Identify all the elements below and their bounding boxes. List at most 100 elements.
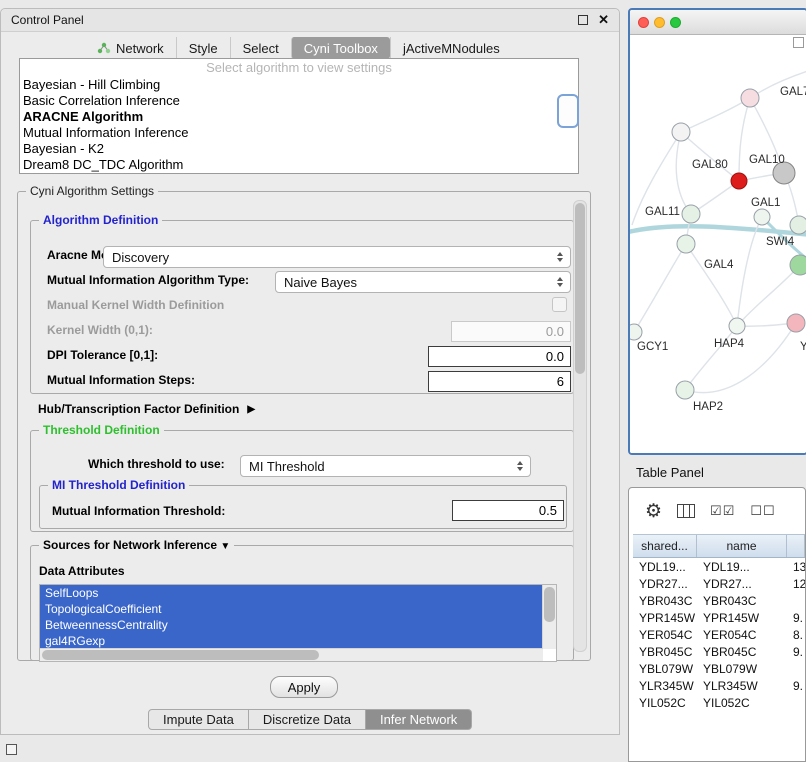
table-cell: YLR345W bbox=[633, 677, 697, 694]
close-traffic-light[interactable] bbox=[638, 17, 649, 28]
network-node[interactable] bbox=[731, 173, 747, 189]
table-cell: YIL052C bbox=[633, 694, 697, 711]
mi-threshold-definition-title: MI Threshold Definition bbox=[48, 478, 189, 492]
network-edge[interactable] bbox=[686, 244, 737, 326]
sources-title-text: Sources for Network Inference bbox=[43, 538, 217, 552]
manual-kernel-checkbox[interactable] bbox=[552, 297, 567, 312]
attribute-list-item[interactable]: SelfLoops bbox=[40, 585, 543, 601]
aracne-mode-select[interactable]: Discovery bbox=[103, 246, 571, 268]
list-horizontal-scrollbar[interactable] bbox=[40, 648, 543, 661]
zoom-traffic-light[interactable] bbox=[670, 17, 681, 28]
attribute-list-item[interactable]: gal4RGexp bbox=[40, 633, 543, 649]
minimized-panel-icon[interactable] bbox=[6, 744, 17, 755]
network-node[interactable] bbox=[787, 314, 805, 332]
tab-select[interactable]: Select bbox=[230, 37, 291, 59]
algorithm-option[interactable]: Basic Correlation Inference bbox=[20, 93, 578, 109]
algorithm-option[interactable]: Bayesian - K2 bbox=[20, 141, 578, 157]
network-node[interactable] bbox=[754, 209, 770, 225]
network-edge[interactable] bbox=[634, 244, 686, 332]
network-node[interactable] bbox=[741, 89, 759, 107]
table-cell: 12 bbox=[787, 575, 805, 592]
hub-definition-toggle[interactable]: Hub/Transcription Factor Definition ▶ bbox=[38, 402, 255, 416]
tab-style[interactable]: Style bbox=[176, 37, 230, 59]
mi-algorithm-type-select[interactable]: Naive Bayes bbox=[275, 271, 571, 293]
network-edge[interactable] bbox=[739, 98, 750, 181]
network-node[interactable] bbox=[672, 123, 690, 141]
table-cell bbox=[787, 592, 805, 609]
network-node[interactable] bbox=[790, 255, 806, 275]
table-row[interactable]: YER054CYER054C8. bbox=[633, 626, 805, 643]
table-row[interactable]: YDL19...YDL19...13 bbox=[633, 558, 805, 575]
network-edge[interactable] bbox=[737, 217, 762, 326]
network-node[interactable] bbox=[729, 318, 745, 334]
tab-label: Cyni Toolbox bbox=[304, 41, 378, 56]
float-window-icon[interactable] bbox=[578, 15, 588, 25]
network-edge[interactable] bbox=[676, 132, 691, 214]
field-value: 0.0 bbox=[546, 324, 564, 339]
mi-steps-field[interactable]: 6 bbox=[428, 371, 571, 392]
network-node[interactable] bbox=[682, 205, 700, 223]
node-label: GAL80 bbox=[692, 159, 728, 171]
network-node[interactable] bbox=[676, 381, 694, 399]
table-row[interactable]: YBL079WYBL079W bbox=[633, 660, 805, 677]
node-label: Y bbox=[800, 341, 806, 353]
table-panel-title: Table Panel bbox=[636, 465, 704, 480]
table-columns-icon[interactable] bbox=[677, 504, 695, 518]
combo-value: Naive Bayes bbox=[276, 275, 557, 290]
tab-cyni-toolbox[interactable]: Cyni Toolbox bbox=[291, 37, 390, 59]
network-edge[interactable] bbox=[681, 98, 750, 132]
mi-steps-label: Mutual Information Steps: bbox=[47, 373, 195, 387]
algorithm-option[interactable]: Bayesian - Hill Climbing bbox=[20, 77, 578, 93]
dpi-tolerance-field[interactable]: 0.0 bbox=[428, 346, 571, 367]
close-icon[interactable]: ✕ bbox=[598, 12, 609, 28]
tab-impute-data[interactable]: Impute Data bbox=[148, 709, 249, 730]
attribute-list-item[interactable]: BetweennessCentrality bbox=[40, 617, 543, 633]
table-column-header[interactable]: name bbox=[697, 535, 787, 557]
network-node[interactable] bbox=[677, 235, 695, 253]
network-graph[interactable]: GAL7GAL80GAL10GAL11GAL1SWI4GAL4GCY1HAP4H… bbox=[630, 35, 806, 454]
algorithm-option[interactable]: Mutual Information Inference bbox=[20, 125, 578, 141]
control-panel-titlebar[interactable]: Control Panel ✕ bbox=[1, 9, 619, 32]
network-node[interactable] bbox=[630, 324, 642, 340]
data-attributes-label: Data Attributes bbox=[39, 564, 125, 578]
attribute-list-item[interactable]: TopologicalCoefficient bbox=[40, 601, 543, 617]
apply-button[interactable]: Apply bbox=[270, 676, 338, 698]
table-row[interactable]: YDR27...YDR27...12 bbox=[633, 575, 805, 592]
table-cell: YPR145W bbox=[697, 609, 787, 626]
table-row[interactable]: YLR345WYLR345W9. bbox=[633, 677, 805, 694]
settings-gear-icon[interactable]: ⚙ bbox=[645, 502, 662, 521]
network-edge[interactable] bbox=[681, 132, 739, 181]
network-view-window[interactable]: GAL7GAL80GAL10GAL11GAL1SWI4GAL4GCY1HAP4H… bbox=[628, 8, 806, 455]
network-node[interactable] bbox=[790, 216, 806, 234]
network-window-titlebar[interactable] bbox=[630, 10, 806, 35]
algorithm-option[interactable]: ARACNE Algorithm bbox=[20, 109, 578, 125]
deselect-all-icon[interactable]: ☐☐ bbox=[750, 503, 775, 519]
network-edge[interactable] bbox=[685, 326, 737, 390]
table-row[interactable]: YBR043CYBR043C bbox=[633, 592, 805, 609]
table-column-header[interactable]: shared... bbox=[633, 535, 697, 557]
minimize-traffic-light[interactable] bbox=[654, 17, 665, 28]
tab-jactivemodules[interactable]: jActiveMNodules bbox=[390, 37, 512, 59]
table-row[interactable]: YBR045CYBR045C9. bbox=[633, 643, 805, 660]
algorithm-option[interactable]: Dream8 DC_TDC Algorithm bbox=[20, 157, 578, 173]
kernel-width-label: Kernel Width (0,1): bbox=[47, 323, 153, 337]
tab-discretize-data[interactable]: Discretize Data bbox=[249, 709, 366, 730]
select-all-icon[interactable]: ☑☑ bbox=[710, 503, 735, 519]
which-threshold-select[interactable]: MI Threshold bbox=[240, 455, 531, 477]
tab-network[interactable]: Network bbox=[85, 37, 176, 59]
mi-threshold-field[interactable]: 0.5 bbox=[452, 500, 564, 521]
birdseye-corner-widget[interactable] bbox=[793, 37, 804, 48]
network-canvas[interactable]: GAL7GAL80GAL10GAL11GAL1SWI4GAL4GCY1HAP4H… bbox=[630, 35, 806, 454]
kernel-width-field[interactable]: 0.0 bbox=[451, 321, 571, 342]
table-cell: YER054C bbox=[633, 626, 697, 643]
settings-scrollbar[interactable] bbox=[573, 200, 587, 652]
node-label: HAP2 bbox=[693, 401, 723, 413]
table-row[interactable]: YIL052CYIL052C bbox=[633, 694, 805, 711]
sources-group-title[interactable]: Sources for Network Inference ▼ bbox=[39, 538, 234, 552]
data-attributes-list[interactable]: SelfLoopsTopologicalCoefficientBetweenne… bbox=[39, 584, 557, 662]
table-column-header[interactable] bbox=[787, 535, 805, 557]
table-cell: YBR045C bbox=[633, 643, 697, 660]
list-vertical-scrollbar[interactable] bbox=[542, 585, 556, 649]
table-row[interactable]: YPR145WYPR145W9. bbox=[633, 609, 805, 626]
tab-infer-network[interactable]: Infer Network bbox=[366, 709, 472, 730]
